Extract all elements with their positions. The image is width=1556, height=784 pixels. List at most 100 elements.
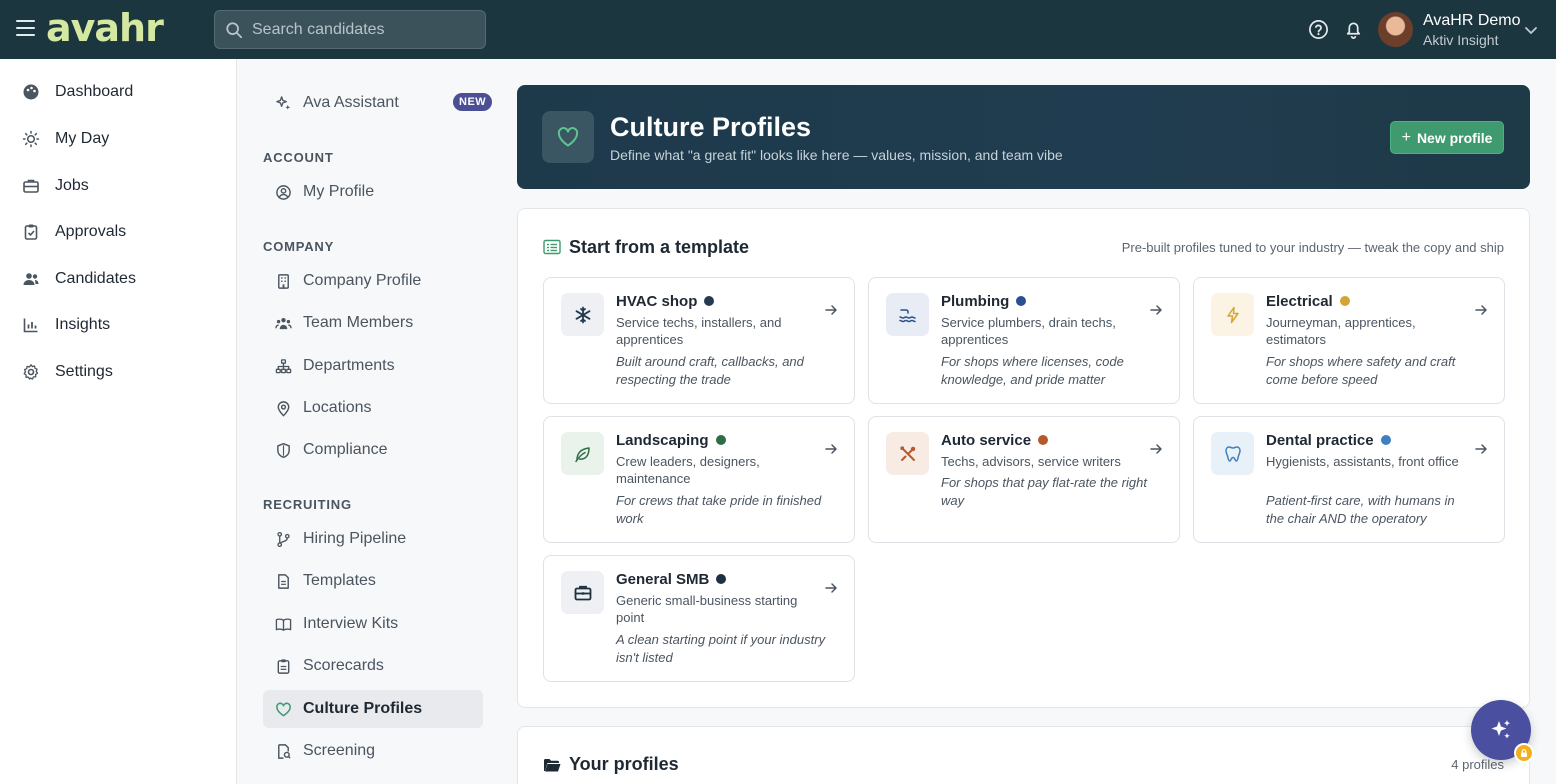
- lock-icon: [1521, 749, 1527, 757]
- subnav-item-label: Locations: [303, 399, 372, 416]
- search-icon: [226, 21, 243, 38]
- book-open-icon: [275, 617, 292, 631]
- subnav-item-label: Culture Profiles: [303, 700, 423, 717]
- template-card-plumbing[interactable]: Plumbing Service plumbers, drain techs, …: [868, 277, 1180, 404]
- tools-icon: [900, 446, 915, 461]
- snowflake-icon: [575, 306, 590, 323]
- top-bar: avahr AvaHR Demo Aktiv Insight: [0, 0, 1556, 59]
- card-title: Dental practice: [1266, 432, 1391, 449]
- new-profile-button[interactable]: + New profile: [1390, 121, 1504, 154]
- map-pin-icon: [277, 400, 290, 417]
- subnav-item-interview-kits[interactable]: Interview Kits: [263, 605, 483, 643]
- card-title-text: HVAC shop: [616, 293, 698, 310]
- subnav-item-ava-assistant[interactable]: Ava Assistant NEW: [263, 84, 493, 122]
- menu-icon[interactable]: [16, 20, 35, 38]
- page-title: Culture Profiles: [610, 112, 812, 142]
- card-description: Service techs, installers, and apprentic…: [616, 315, 782, 347]
- bell-icon[interactable]: [1343, 19, 1364, 40]
- sidebar-item-insights[interactable]: Insights: [22, 310, 110, 340]
- building-icon: [278, 273, 289, 289]
- avatar[interactable]: [1378, 12, 1413, 47]
- card-title: Electrical: [1266, 293, 1350, 310]
- search-box[interactable]: [214, 10, 486, 49]
- sparkles-icon: [276, 95, 291, 110]
- subnav-item-company-profile[interactable]: Company Profile: [263, 262, 483, 300]
- gear-icon: [23, 364, 39, 380]
- section-title: Start from a template: [569, 237, 750, 257]
- subnav-item-templates[interactable]: Templates: [263, 562, 483, 600]
- subnav-item-my-profile[interactable]: My Profile: [263, 173, 483, 211]
- card-tagline: A clean starting point if your industry …: [616, 632, 826, 665]
- subnav-item-compliance[interactable]: Compliance: [263, 431, 483, 469]
- card-icon-tile: [1211, 432, 1254, 475]
- bar-chart-icon: [23, 318, 38, 333]
- card-tagline: For shops where safety and craft come be…: [1266, 354, 1456, 387]
- section-heading-recruiting: RECRUITING: [263, 497, 352, 512]
- subnav-item-screening[interactable]: Screening: [263, 732, 483, 770]
- users-icon: [275, 317, 292, 329]
- sidebar-item-label: Dashboard: [55, 83, 134, 100]
- users-icon: [23, 273, 39, 285]
- card-title: General SMB: [616, 571, 727, 588]
- sidebar-item-jobs[interactable]: Jobs: [22, 171, 89, 201]
- subnav-item-team-members[interactable]: Team Members: [263, 304, 483, 342]
- subnav-item-hiring-pipeline[interactable]: Hiring Pipeline: [263, 520, 483, 558]
- user-name[interactable]: AvaHR Demo: [1423, 12, 1521, 30]
- subnav-item-label: Scorecards: [303, 657, 384, 674]
- status-dot: [704, 296, 715, 306]
- template-panel: Start from a template Pre-built profiles…: [517, 208, 1530, 708]
- help-icon[interactable]: [1308, 19, 1329, 40]
- template-card-dental-practice[interactable]: Dental practice Hygienists, assistants, …: [1193, 416, 1505, 543]
- sidebar-item-candidates[interactable]: Candidates: [22, 264, 136, 294]
- sidebar-item-label: Jobs: [55, 177, 89, 194]
- subnav-item-departments[interactable]: Departments: [263, 347, 483, 385]
- search-input[interactable]: [252, 20, 472, 39]
- card-title: Plumbing: [941, 293, 1027, 310]
- template-card-landscaping[interactable]: Landscaping Crew leaders, designers, mai…: [543, 416, 855, 543]
- card-title-text: Electrical: [1266, 293, 1333, 310]
- bolt-icon: [1226, 306, 1239, 323]
- card-icon-tile: [1211, 293, 1254, 336]
- sidebar-item-approvals[interactable]: Approvals: [22, 217, 126, 247]
- card-description: Crew leaders, designers, maintenance: [616, 454, 760, 486]
- subnav-item-label: Compliance: [303, 441, 388, 458]
- card-title: Landscaping: [616, 432, 726, 449]
- subnav-item-label: Ava Assistant: [303, 94, 399, 111]
- subnav-item-label: Templates: [303, 572, 376, 589]
- card-icon-tile: [561, 571, 604, 614]
- subnav-item-label: Hiring Pipeline: [303, 530, 407, 547]
- subnav-item-culture-profiles[interactable]: Culture Profiles: [263, 690, 483, 728]
- template-card-general-smb[interactable]: General SMB Generic small-business start…: [543, 555, 855, 682]
- subnav-item-label: Interview Kits: [303, 615, 399, 632]
- status-dot: [1038, 435, 1049, 445]
- briefcase-icon: [23, 179, 39, 193]
- section-title: Your profiles: [569, 754, 679, 774]
- subnav-item-scorecards[interactable]: Scorecards: [263, 647, 483, 685]
- card-icon-tile: [886, 432, 929, 475]
- page-subtitle: Define what "a great fit" looks like her…: [610, 147, 1063, 163]
- new-profile-label: New profile: [1416, 129, 1493, 146]
- subnav-item-label: Team Members: [303, 314, 414, 331]
- user-circle-icon: [276, 184, 291, 200]
- card-tagline: For shops that pay flat-rate the right w…: [941, 475, 1147, 508]
- document-icon: [278, 573, 289, 589]
- arrow-right-icon: [1150, 444, 1162, 454]
- sidebar-item-dashboard[interactable]: Dashboard: [22, 77, 133, 107]
- section-heading-account: ACCOUNT: [263, 150, 334, 165]
- page-header-banner: Culture Profiles Define what "a great fi…: [517, 85, 1530, 189]
- clipboard-check-icon: [24, 224, 38, 240]
- chevron-down-icon[interactable]: [1524, 23, 1538, 37]
- app-logo[interactable]: avahr: [46, 6, 164, 50]
- subnav-item-locations[interactable]: Locations: [263, 389, 483, 427]
- template-card-hvac[interactable]: HVAC shop Service techs, installers, and…: [543, 277, 855, 404]
- sidebar-item-settings[interactable]: Settings: [22, 357, 113, 387]
- card-description: Generic small-business starting point: [616, 593, 798, 625]
- template-card-auto-service[interactable]: Auto service Techs, advisors, service wr…: [868, 416, 1180, 543]
- lock-badge: [1514, 743, 1534, 763]
- template-card-electrical[interactable]: Electrical Journeyman, apprentices, esti…: [1193, 277, 1505, 404]
- sidebar-item-my-day[interactable]: My Day: [22, 124, 109, 154]
- card-tagline: For crews that take pride in finished wo…: [616, 493, 822, 526]
- folder-open-icon: [544, 759, 561, 772]
- section-note: Pre-built profiles tuned to your industr…: [1121, 240, 1504, 255]
- subnav-item-label: Screening: [303, 742, 376, 759]
